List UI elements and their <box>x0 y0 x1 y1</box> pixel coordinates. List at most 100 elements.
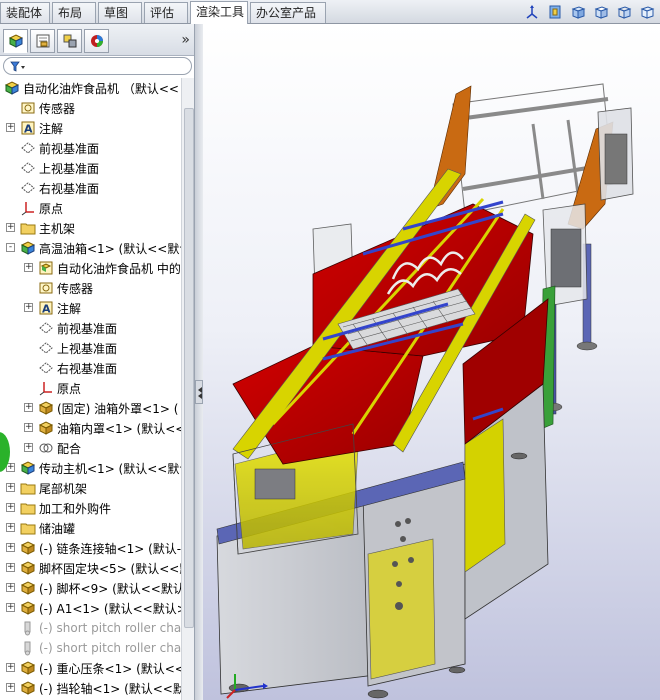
tab-1[interactable]: 布局 <box>52 2 96 23</box>
expand-node-icon[interactable]: + <box>6 603 15 612</box>
expand-node-icon[interactable]: + <box>6 523 15 532</box>
tree-item-label: 上视基准面 <box>39 161 100 176</box>
property-manager-icon[interactable] <box>30 29 55 53</box>
expand-node-icon[interactable]: + <box>6 223 15 232</box>
expand-node-icon[interactable]: + <box>6 563 15 572</box>
tree-scrollbar-thumb[interactable] <box>184 108 194 628</box>
tree-item[interactable]: 自动化油炸食品机 （默认<< <box>0 78 179 98</box>
expand-node-icon[interactable]: + <box>6 663 15 672</box>
tree-item[interactable]: + A 注解 <box>0 298 81 318</box>
tree-item-label: (-) 重心压条<1> (默认<< <box>39 661 181 676</box>
annotation-icon: A <box>38 300 54 316</box>
tree-item-label: 前视基准面 <box>57 321 118 336</box>
expand-node-icon[interactable]: + <box>6 483 15 492</box>
feature-manager-icon[interactable] <box>3 29 28 53</box>
tree-item-label: (固定) 油箱外罩<1> ( <box>57 401 179 416</box>
part-icon <box>38 400 54 416</box>
part-icon <box>20 540 36 556</box>
tree-item-label: 储油罐 <box>39 521 76 536</box>
tree-item[interactable]: + 储油罐 <box>0 518 75 538</box>
tree-scrollbar[interactable] <box>181 78 194 700</box>
tree-item[interactable]: 原点 <box>0 198 63 218</box>
tree-item-label: 右视基准面 <box>39 181 100 196</box>
tree-item-label: 传动主机<1> (默认<<默认 <box>39 461 181 476</box>
expand-node-icon[interactable]: + <box>24 403 33 412</box>
expand-node-icon[interactable]: + <box>6 583 15 592</box>
tree-item[interactable]: 上视基准面 <box>0 158 99 178</box>
tree-item[interactable]: + A 注解 <box>0 118 63 138</box>
tree-item[interactable]: 传感器 <box>0 98 75 118</box>
plane-icon <box>38 340 54 356</box>
cube-view-more-icon[interactable] <box>638 3 656 21</box>
tree-filter-input[interactable] <box>3 57 192 75</box>
assembly-root-icon <box>4 80 20 96</box>
expand-node-icon[interactable]: + <box>6 503 15 512</box>
triad-view-icon[interactable] <box>523 3 541 21</box>
tree-item-label: 传感器 <box>39 101 76 116</box>
tree-item-label: 注解 <box>57 301 82 316</box>
tree-item-label: 上视基准面 <box>57 341 118 356</box>
tree-item-label: 原点 <box>57 381 82 396</box>
tab-3[interactable]: 评估 <box>144 2 188 23</box>
plane-icon <box>20 180 36 196</box>
subassembly-icon <box>20 460 36 476</box>
section-view-icon[interactable] <box>546 3 564 21</box>
tree-item[interactable]: + 自动化油炸食品机 中的 <box>0 258 181 278</box>
expand-node-icon[interactable]: + <box>24 263 33 272</box>
tree-item[interactable]: + (-) A1<1> (默认<<默认> <box>0 598 181 618</box>
expand-node-icon[interactable]: + <box>24 423 33 432</box>
collapse-node-icon[interactable]: - <box>6 243 15 252</box>
expand-node-icon[interactable]: + <box>6 683 15 692</box>
expand-node-icon[interactable]: + <box>6 543 15 552</box>
tree-item[interactable]: + 尾部机架 <box>0 478 87 498</box>
cube-view-icon[interactable] <box>569 3 587 21</box>
tree-item[interactable]: + 油箱内罩<1> (默认<<扌 <box>0 418 181 438</box>
tree-item[interactable]: 传感器 <box>0 278 93 298</box>
tree-item[interactable]: 上视基准面 <box>0 338 117 358</box>
tree-item[interactable]: 右视基准面 <box>0 358 117 378</box>
expand-node-icon[interactable]: + <box>24 443 33 452</box>
tree-item[interactable]: (-) short pitch roller cha <box>0 618 181 638</box>
mate-ref-icon <box>38 260 54 276</box>
tree-item[interactable]: + (-) 脚杯<9> (默认<<默认 <box>0 578 181 598</box>
annotation-icon: A <box>20 120 36 136</box>
tree-item[interactable]: 前视基准面 <box>0 318 117 338</box>
tree-item-label: 自动化油炸食品机 （默认<< <box>23 81 179 96</box>
tab-0[interactable]: 装配体 <box>0 2 50 23</box>
svg-text:A: A <box>24 123 33 136</box>
tree-item-label: 高温油箱<1> (默认<<默认 <box>39 241 181 256</box>
graphics-viewport[interactable] <box>203 24 660 700</box>
cube-view-edges-icon[interactable] <box>615 3 633 21</box>
tree-item[interactable]: + (固定) 油箱外罩<1> ( <box>0 398 178 418</box>
tree-item[interactable]: + (-) 链条连接轴<1> (默认- <box>0 538 181 558</box>
tree-item[interactable]: 右视基准面 <box>0 178 99 198</box>
cube-view-shaded-icon[interactable] <box>592 3 610 21</box>
tree-item[interactable]: + (-) 重心压条<1> (默认<< <box>0 658 181 678</box>
tree-item[interactable]: - 高温油箱<1> (默认<<默认 <box>0 238 181 258</box>
tree-item[interactable]: + 配合 <box>0 438 81 458</box>
appearance-manager-icon[interactable] <box>84 29 109 53</box>
tree-item[interactable]: + 加工和外购件 <box>0 498 111 518</box>
panel-expand-button[interactable]: » <box>181 32 190 48</box>
plane-icon <box>20 160 36 176</box>
tree-item[interactable]: + 脚杯固定块<5> (默认<<默 <box>0 558 181 578</box>
suppressed-part-icon <box>20 620 36 636</box>
tree-item[interactable]: 原点 <box>0 378 81 398</box>
splitter-collapse-handle[interactable] <box>195 380 203 404</box>
tab-4[interactable]: 渲染工具 <box>190 1 248 24</box>
plane-icon <box>20 140 36 156</box>
tab-2[interactable]: 草图 <box>98 2 142 23</box>
tree-item[interactable]: 前视基准面 <box>0 138 99 158</box>
tree-item[interactable]: + 主机架 <box>0 218 75 238</box>
tree-item[interactable]: + (-) 挡轮轴<1> (默认<<默 <box>0 678 181 698</box>
expand-node-icon[interactable]: + <box>24 303 33 312</box>
plane-icon <box>38 360 54 376</box>
tree-item[interactable]: + 传动主机<1> (默认<<默认 <box>0 458 181 478</box>
panel-splitter[interactable] <box>195 24 203 700</box>
sensor-icon <box>20 100 36 116</box>
configuration-manager-icon[interactable] <box>57 29 82 53</box>
tree-item-label: 尾部机架 <box>39 481 88 496</box>
expand-node-icon[interactable]: + <box>6 123 15 132</box>
tree-item[interactable]: (-) short pitch roller cha <box>0 638 181 658</box>
tab-5[interactable]: 办公室产品 <box>250 2 326 23</box>
